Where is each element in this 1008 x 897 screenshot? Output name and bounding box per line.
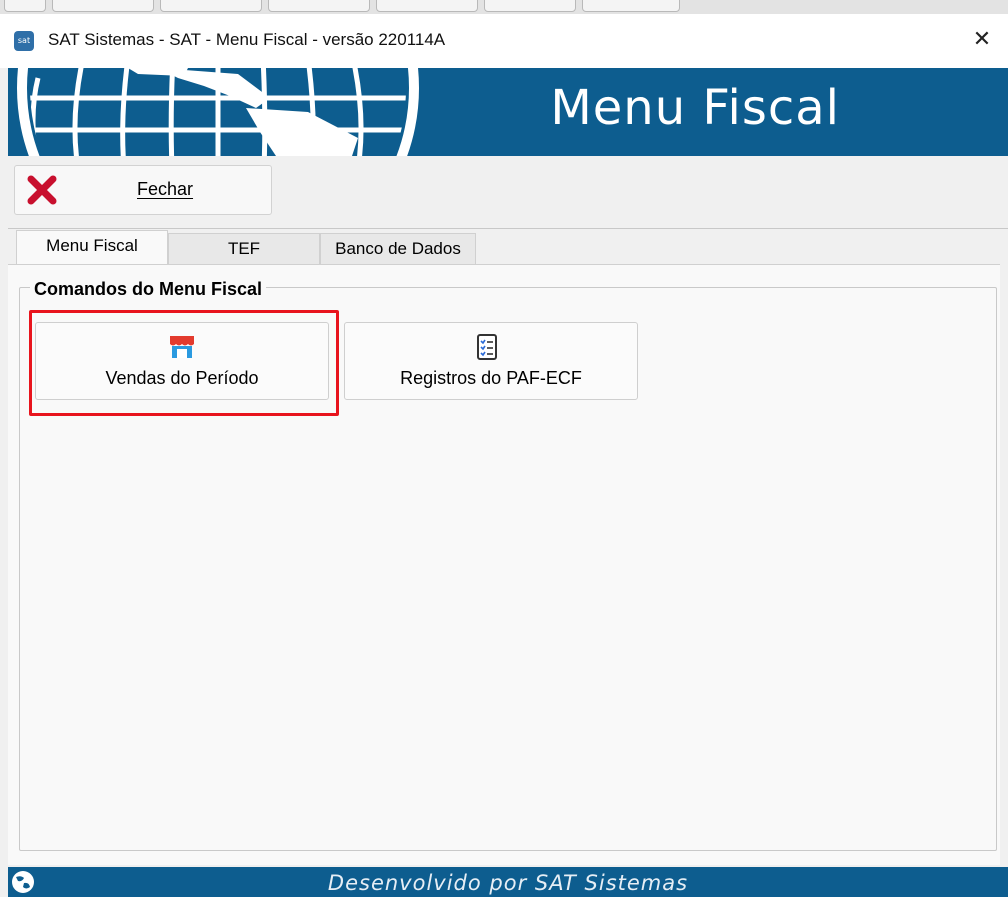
checklist-icon bbox=[477, 334, 497, 360]
background-tab-stub bbox=[582, 0, 680, 12]
background-window-strip bbox=[0, 0, 1008, 14]
footer-bar: Desenvolvido por SAT Sistemas bbox=[8, 867, 1008, 897]
registros-paf-ecf-button[interactable]: Registros do PAF-ECF bbox=[344, 322, 638, 400]
tab-banco-de-dados[interactable]: Banco de Dados bbox=[320, 233, 476, 264]
store-icon bbox=[170, 336, 194, 358]
group-title: Comandos do Menu Fiscal bbox=[30, 279, 267, 300]
close-button[interactable]: Fechar bbox=[14, 165, 272, 215]
background-tab-stub bbox=[376, 0, 478, 12]
vendas-do-periodo-label: Vendas do Período bbox=[105, 368, 259, 388]
background-tab-stub bbox=[52, 0, 154, 12]
close-button-label: Fechar bbox=[137, 179, 194, 199]
window-titlebar[interactable]: sat SAT Sistemas - SAT - Menu Fiscal - v… bbox=[0, 14, 1008, 68]
red-x-icon bbox=[27, 175, 57, 205]
footer-credit: Desenvolvido por SAT Sistemas bbox=[327, 871, 689, 895]
banner-title: Menu Fiscal bbox=[550, 80, 840, 136]
background-tab-stub bbox=[4, 0, 46, 12]
globe-logo-icon bbox=[17, 68, 419, 156]
app-icon: sat bbox=[14, 31, 34, 51]
close-window-icon[interactable]: ✕ bbox=[968, 26, 996, 54]
window-title: SAT Sistemas - SAT - Menu Fiscal - versã… bbox=[48, 30, 446, 49]
tab-tef[interactable]: TEF bbox=[168, 233, 320, 264]
toolbar: Fechar bbox=[8, 156, 1008, 229]
tab-bar: Menu Fiscal TEF Banco de Dados bbox=[8, 230, 1008, 266]
header-banner: Menu Fiscal bbox=[8, 68, 1008, 156]
background-tab-stub bbox=[484, 0, 576, 12]
tab-menu-fiscal[interactable]: Menu Fiscal bbox=[16, 230, 168, 265]
background-tab-stub bbox=[160, 0, 262, 12]
background-tab-stub bbox=[268, 0, 370, 12]
registros-paf-ecf-label: Registros do PAF-ECF bbox=[400, 368, 582, 388]
vendas-do-periodo-button[interactable]: Vendas do Período bbox=[35, 322, 329, 400]
